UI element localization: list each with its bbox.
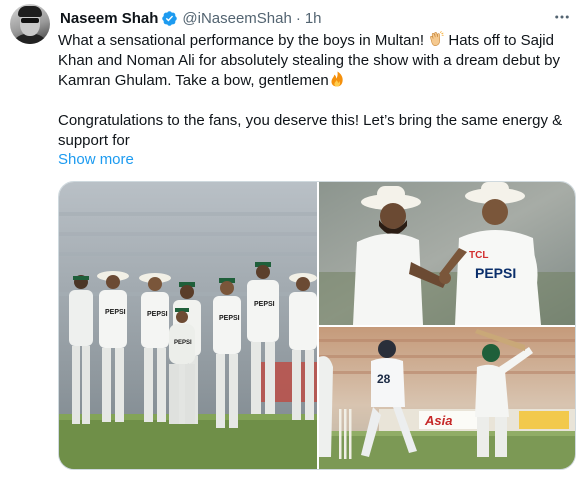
avatar-sunglasses	[21, 18, 39, 23]
photo1-jersey-text-2: PEPSI	[147, 311, 168, 318]
tweet-card[interactable]: Naseem Shah @iNaseemShah · 1h What a sen…	[0, 0, 586, 478]
author-handle[interactable]: @iNaseemShah	[182, 10, 291, 27]
tweet-paragraph-1: What a sensational performance by the bo…	[58, 31, 580, 91]
tweet-text-part-1: What a sensational performance by the bo…	[58, 32, 429, 49]
photo1-jersey-text-5: PEPSI	[254, 301, 275, 308]
photo2-jersey-text: PEPSI	[475, 265, 516, 281]
photo1-jersey-text-3: PEPSI	[174, 340, 192, 346]
photo-team-celebration[interactable]: PEPSI PEPSI PEPSI PEPSI PEPSI	[59, 182, 317, 469]
photo1-jersey-text-1: PEPSI	[105, 309, 126, 316]
header-separator: ·	[295, 9, 301, 27]
verified-badge-icon	[161, 10, 178, 27]
tweet-paragraph-2: Congratulations to the fans, you deserve…	[58, 112, 563, 149]
fire-icon	[329, 71, 345, 87]
photo3-player-number: 28	[377, 372, 391, 386]
author-avatar[interactable]	[10, 4, 50, 44]
photo1-jersey-text-4: PEPSI	[219, 315, 240, 322]
photo2-sponsor-text: TCL	[469, 250, 488, 261]
photo-handshake[interactable]: TCL PEPSI	[319, 182, 575, 325]
avatar-hair	[18, 6, 42, 17]
photo-batsman-shot[interactable]: Asia 28	[319, 327, 575, 469]
show-more-link[interactable]: Show more	[58, 150, 134, 170]
tweet-timestamp[interactable]: 1h	[305, 10, 322, 27]
author-name[interactable]: Naseem Shah	[60, 10, 158, 27]
tweet-header: Naseem Shah @iNaseemShah · 1h	[60, 8, 322, 28]
clapping-hands-icon	[428, 31, 444, 47]
more-options-icon[interactable]	[550, 6, 574, 28]
tweet-text: What a sensational performance by the bo…	[58, 31, 580, 151]
photo3-hoarding-text: Asia	[424, 413, 452, 428]
media-grid: PEPSI PEPSI PEPSI PEPSI PEPSI TCL PEPSI …	[58, 181, 576, 470]
